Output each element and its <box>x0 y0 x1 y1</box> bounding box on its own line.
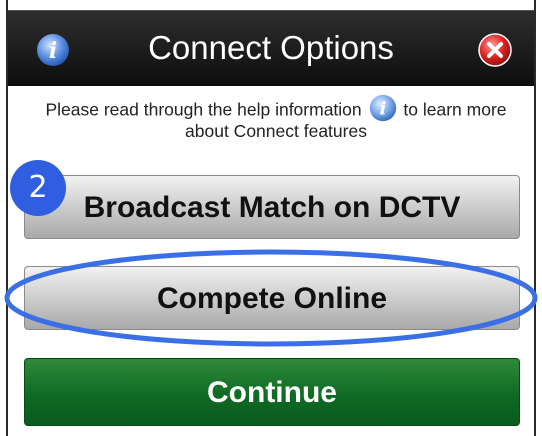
compete-online-button[interactable]: Compete Online <box>24 266 520 330</box>
help-text-before: Please read through the help information <box>45 99 362 120</box>
info-icon[interactable]: i <box>369 94 397 122</box>
connect-options-dialog: i Connect Options Please read through th… <box>6 0 536 436</box>
broadcast-match-button[interactable]: Broadcast Match on DCTV <box>24 175 520 239</box>
title-bar: i Connect Options <box>8 10 534 86</box>
close-icon[interactable] <box>478 33 512 67</box>
dialog-title: Connect Options <box>148 29 394 66</box>
svg-text:i: i <box>379 99 386 120</box>
help-text: Please read through the help information… <box>28 94 524 140</box>
continue-button[interactable]: Continue <box>24 358 520 426</box>
step-number-badge: 2 <box>10 160 66 216</box>
